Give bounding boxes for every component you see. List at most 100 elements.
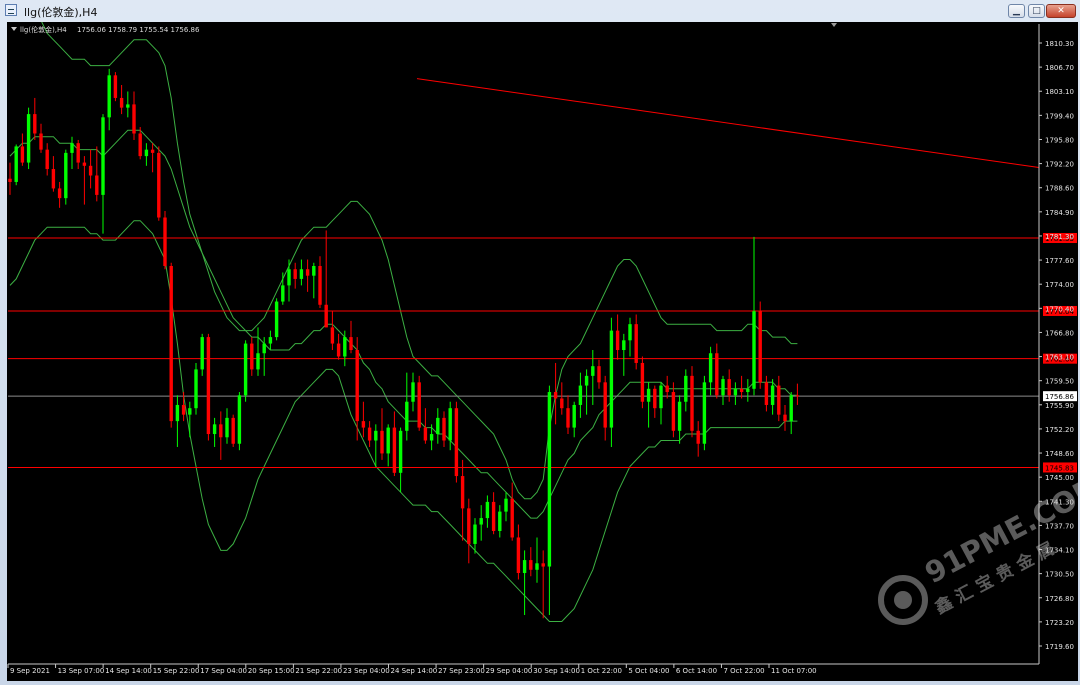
- minimize-button[interactable]: ▁: [1008, 4, 1025, 18]
- candle-body: [287, 269, 291, 286]
- candle-body: [20, 146, 25, 163]
- price-tick-label: 1752.20: [1045, 426, 1074, 434]
- watermark-logo-core-icon: [894, 591, 912, 609]
- candle-body: [448, 408, 452, 441]
- level-price-label: 1745.83: [1045, 464, 1074, 472]
- time-tick-label: 20 Sep 15:00: [248, 667, 295, 675]
- candle-body: [442, 417, 446, 441]
- price-chart[interactable]: 1781.33 1770.04 1762.66 1745.83 1756.86 1810…: [7, 0, 1080, 681]
- price-tick-label: 1755.90: [1045, 402, 1074, 410]
- candle-body: [733, 388, 738, 396]
- candle-body: [299, 269, 304, 279]
- candle-body: [243, 343, 248, 396]
- candle-body: [374, 430, 378, 441]
- candle-body: [659, 385, 663, 409]
- candle-body: [206, 337, 211, 435]
- price-tick-label: 1803.10: [1045, 88, 1074, 96]
- price-tick-label: 1795.80: [1045, 136, 1074, 144]
- dropdown-arrow-icon[interactable]: [11, 27, 17, 31]
- time-tick-label: 13 Sep 07:00: [58, 667, 105, 675]
- candle-body: [560, 398, 564, 409]
- candle-body: [144, 149, 149, 157]
- candle-body: [677, 401, 682, 431]
- candle-body: [398, 430, 403, 473]
- candle-body: [163, 217, 167, 266]
- candle-body: [783, 414, 787, 422]
- candle-body: [8, 178, 12, 182]
- title-bar[interactable]: llg(伦敦金),H4 ▁ □ ✕: [0, 0, 1080, 22]
- candle-body: [132, 104, 136, 134]
- candle-body: [535, 563, 539, 570]
- candle-body: [696, 430, 700, 444]
- price-tick-label: 1726.80: [1045, 595, 1074, 603]
- candle-body: [491, 501, 496, 531]
- price-tick-label: 1770.40: [1045, 305, 1074, 313]
- candle-body: [380, 430, 384, 454]
- candle-body: [584, 375, 589, 386]
- price-tick-label: 1748.60: [1045, 450, 1074, 458]
- candle-body: [26, 114, 31, 163]
- candle-body: [467, 508, 471, 544]
- candle-body: [107, 75, 111, 118]
- candle-body: [126, 104, 130, 108]
- time-tick-label: 7 Oct 22:00: [723, 667, 764, 675]
- candle-body: [14, 146, 18, 182]
- close-button[interactable]: ✕: [1046, 4, 1076, 18]
- candle-body: [752, 311, 756, 389]
- price-tick-label: 1774.00: [1045, 281, 1074, 289]
- candle-body: [622, 340, 626, 351]
- chart-ohlc: 1756.06 1758.79 1755.54 1756.86: [77, 26, 200, 34]
- candle-body: [64, 152, 68, 199]
- candle-body: [746, 388, 750, 393]
- trendline[interactable]: [416, 78, 1040, 169]
- candle-body: [640, 362, 645, 402]
- candle-body: [349, 337, 353, 351]
- candle-body: [671, 392, 676, 431]
- candle-body: [324, 304, 328, 328]
- candle-body: [169, 265, 173, 422]
- trendline-line[interactable]: [416, 78, 1040, 169]
- candle-body: [330, 327, 335, 344]
- candle-body: [336, 343, 341, 357]
- candle-body: [547, 392, 552, 567]
- chart-symbol: llg(伦敦金),H4: [20, 25, 67, 34]
- candle-body: [498, 511, 502, 531]
- price-tick-label: 1759.50: [1045, 378, 1074, 386]
- time-tick-label: 27 Sep 23:00: [438, 667, 485, 675]
- horizontal-levels[interactable]: 1781.331770.041762.661745.831756.86: [8, 233, 1077, 473]
- candle-body: [293, 269, 297, 279]
- candle-body: [405, 401, 409, 431]
- maximize-button[interactable]: □: [1028, 4, 1045, 18]
- candle-body: [665, 385, 669, 393]
- time-tick-label: 30 Sep 14:00: [533, 667, 580, 675]
- candle-body: [690, 375, 694, 431]
- candle-body: [250, 343, 254, 370]
- candle-body: [231, 417, 235, 444]
- candle-body: [361, 421, 366, 428]
- candle-body: [318, 265, 322, 305]
- candle-body: [628, 324, 632, 341]
- candle-body: [764, 382, 769, 405]
- candle-body: [119, 97, 124, 108]
- scroll-shift-marker-icon[interactable]: [831, 23, 837, 27]
- candle-body: [157, 152, 161, 218]
- candle-body: [237, 395, 242, 444]
- candle-body: [634, 324, 638, 363]
- candle-body: [101, 117, 105, 195]
- candle-body: [188, 408, 192, 415]
- candle-body: [45, 149, 49, 170]
- candle-body: [367, 427, 372, 441]
- candle-body: [566, 408, 570, 428]
- candle-body: [88, 165, 93, 176]
- candle-body: [39, 133, 43, 150]
- candle-body: [789, 395, 793, 422]
- candle-body: [436, 417, 440, 435]
- candle-body: [219, 424, 223, 438]
- time-tick-label: 24 Sep 14:00: [391, 667, 438, 675]
- current-price-label: 1756.86: [1045, 393, 1074, 401]
- candle-body: [70, 143, 74, 153]
- candle-body: [646, 388, 651, 402]
- candle-body: [609, 330, 614, 428]
- chart-canvas[interactable]: 1781.331770.041762.661745.831756.86 1810…: [7, 0, 1080, 681]
- candle-body: [76, 143, 80, 163]
